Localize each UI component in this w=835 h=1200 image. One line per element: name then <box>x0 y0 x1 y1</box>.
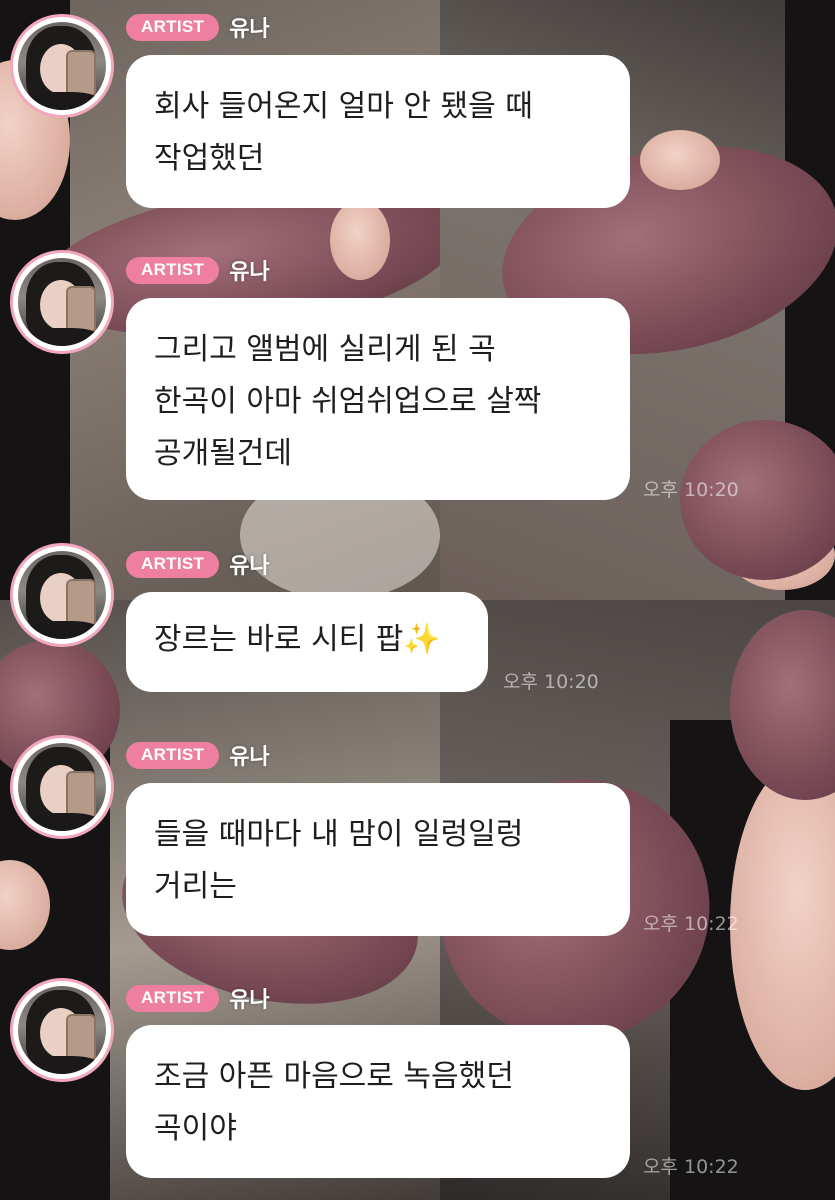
chat-feed[interactable]: ARTIST 유나 회사 들어온지 얼마 안 됐을 때 작업했던 ARTIST … <box>0 0 835 1200</box>
artist-badge: ARTIST <box>126 741 220 769</box>
message-bubble[interactable]: 그리고 앨범에 실리게 된 곡 한곡이 아마 쉬엄쉬업으로 살짝 공개될건데 <box>126 298 630 500</box>
message-text-row: 장르는 바로 시티 팝✨ <box>154 614 460 666</box>
sender-row: ARTIST 유나 <box>126 740 270 770</box>
message-text: 공개될건데 <box>154 436 292 471</box>
sender-row: ARTIST 유나 <box>126 549 270 579</box>
message-text: 한곡이 아마 쉬엄쉬업으로 살짝 <box>154 384 542 419</box>
sender-row: ARTIST 유나 <box>126 12 270 42</box>
message-timestamp: 오후 10:20 <box>643 479 739 501</box>
message-bubble[interactable]: 들을 때마다 내 맘이 일렁일렁 거리는 <box>126 783 630 936</box>
message-text: 장르는 바로 시티 팝 <box>154 622 404 657</box>
artist-avatar[interactable] <box>10 14 114 118</box>
sender-name: 유나 <box>229 17 270 42</box>
sparkles-icon: ✨ <box>403 622 441 657</box>
artist-avatar[interactable] <box>10 250 114 354</box>
message-timestamp: 오후 10:22 <box>643 913 739 935</box>
sender-name: 유나 <box>229 745 270 770</box>
sender-row: ARTIST 유나 <box>126 255 270 285</box>
artist-badge: ARTIST <box>126 550 220 578</box>
message-bubble[interactable]: 회사 들어온지 얼마 안 됐을 때 작업했던 <box>126 55 630 208</box>
artist-avatar[interactable] <box>10 735 114 839</box>
message-text: 들을 때마다 내 맘이 일렁일렁 <box>154 817 524 852</box>
sender-row: ARTIST 유나 <box>126 983 270 1013</box>
message-bubble[interactable]: 장르는 바로 시티 팝✨ <box>126 592 488 692</box>
message-timestamp: 오후 10:20 <box>503 671 599 693</box>
artist-badge: ARTIST <box>126 13 220 41</box>
sender-name: 유나 <box>229 988 270 1013</box>
artist-badge: ARTIST <box>126 984 220 1012</box>
artist-badge: ARTIST <box>126 256 220 284</box>
message-text: 작업했던 <box>154 141 265 176</box>
sender-name: 유나 <box>229 554 270 579</box>
message-text: 회사 들어온지 얼마 안 됐을 때 <box>154 89 533 124</box>
artist-avatar[interactable] <box>10 543 114 647</box>
message-text: 그리고 앨범에 실리게 된 곡 <box>154 332 496 367</box>
message-text: 거리는 <box>154 869 237 904</box>
message-bubble[interactable]: 조금 아픈 마음으로 녹음했던 곡이야 <box>126 1025 630 1178</box>
message-text: 곡이야 <box>154 1111 237 1146</box>
sender-name: 유나 <box>229 260 270 285</box>
message-timestamp: 오후 10:22 <box>643 1156 739 1178</box>
artist-avatar[interactable] <box>10 978 114 1082</box>
message-text: 조금 아픈 마음으로 녹음했던 <box>154 1059 514 1094</box>
